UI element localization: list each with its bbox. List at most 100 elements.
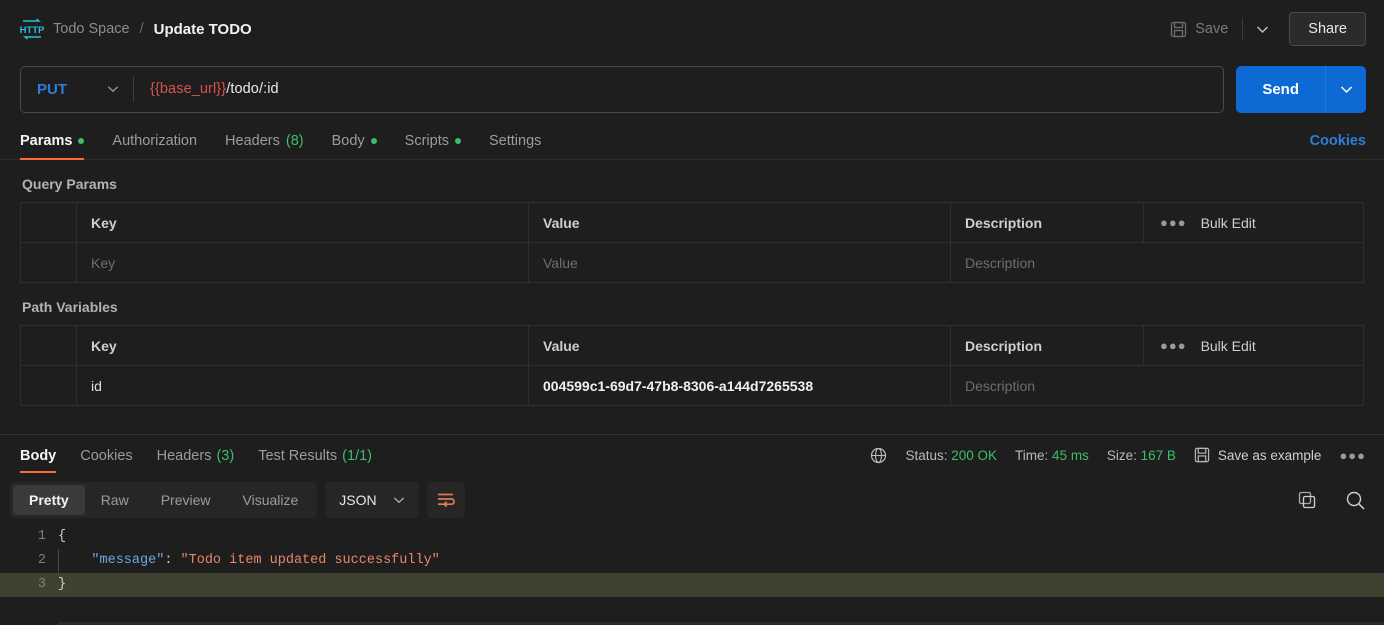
json-colon: : <box>164 553 181 568</box>
json-key: "message" <box>91 553 165 568</box>
header-actions: Save Share <box>1160 12 1366 46</box>
query-param-key-input[interactable]: Key <box>77 255 528 271</box>
code-indent-guide <box>58 549 91 573</box>
query-params-bulk-edit-cell[interactable]: ●●● Bulk Edit <box>1143 202 1364 243</box>
tab-settings[interactable]: Settings <box>489 133 541 159</box>
response-tab-cookies[interactable]: Cookies <box>68 438 144 473</box>
language-selector[interactable]: JSON <box>325 482 419 518</box>
tab-scripts[interactable]: Scripts <box>405 133 461 159</box>
copy-icon[interactable] <box>1297 490 1317 510</box>
wrap-text-button[interactable] <box>426 482 465 518</box>
time-label: Time: 45 ms <box>1015 448 1089 463</box>
save-options-caret[interactable] <box>1247 14 1277 44</box>
save-as-example-button[interactable]: Save as example <box>1194 447 1322 463</box>
response-tab-headers-label: Headers <box>156 447 212 464</box>
tab-params[interactable]: Params <box>20 133 85 160</box>
ellipsis-icon[interactable]: ●●● <box>1339 448 1366 463</box>
query-params-table: Key Value Description ●●● Bulk Edit Key … <box>20 202 1364 283</box>
view-pretty[interactable]: Pretty <box>13 485 85 515</box>
bulk-edit-label: Bulk Edit <box>1200 337 1256 354</box>
response-tab-body[interactable]: Body <box>8 438 68 473</box>
column-header-description: Description <box>965 214 1043 231</box>
svg-text:HTTP: HTTP <box>20 25 44 36</box>
method-label: PUT <box>37 80 67 98</box>
size-label-text: Size: <box>1106 447 1137 463</box>
modified-dot-icon <box>454 138 461 144</box>
path-variable-key[interactable]: id <box>77 378 528 394</box>
response-tab-headers[interactable]: Headers (3) <box>145 438 247 473</box>
floppy-disk-icon <box>1194 447 1210 463</box>
url-bar: PUT {{base_url}}/todo/:id <box>20 65 1225 113</box>
select-all-cell[interactable] <box>20 202 77 243</box>
time-label-text: Time: <box>1015 447 1049 463</box>
tab-body[interactable]: Body <box>332 133 377 159</box>
app-header: HTTP Todo Space / Update TODO Save Share <box>0 0 1384 58</box>
status-label: Status: 200 OK <box>905 448 997 463</box>
path-variable-value-input[interactable]: 004599c1-69d7-47b8-8306-a144d7265538 <box>529 378 950 394</box>
url-input[interactable]: {{base_url}}/todo/:id <box>134 81 279 97</box>
path-variable-description-input[interactable]: Description <box>951 378 1363 394</box>
postman-request-window: HTTP Todo Space / Update TODO Save Share… <box>0 0 1384 625</box>
response-tab-test-results-label: Test Results <box>258 447 338 464</box>
modified-dot-icon <box>370 138 377 144</box>
select-all-cell[interactable] <box>20 325 77 366</box>
table-header-row: Key Value Description ●●● Bulk Edit <box>20 202 1364 243</box>
time-value: 45 ms <box>1052 447 1089 463</box>
row-checkbox-cell[interactable] <box>20 242 77 283</box>
code-line: 2 "message": "Todo item updated successf… <box>0 549 1384 573</box>
path-variables-bulk-edit-cell[interactable]: ●●● Bulk Edit <box>1143 325 1364 366</box>
view-mode-group: Pretty Raw Preview Visualize <box>10 482 318 518</box>
ellipsis-icon[interactable]: ●●● <box>1160 338 1187 353</box>
response-tab-test-results[interactable]: Test Results (1/1) <box>246 438 384 473</box>
column-header-value: Value <box>543 214 580 231</box>
response-body-viewer[interactable]: 1 { 2 "message": "Todo item updated succ… <box>0 525 1384 625</box>
response-tab-cookies-label: Cookies <box>80 447 133 464</box>
code-line-text: { <box>58 529 67 544</box>
query-params-title: Query Params <box>22 176 117 192</box>
response-tab-headers-count: (3) <box>216 447 235 464</box>
save-button-label: Save <box>1195 21 1229 37</box>
tab-scripts-label: Scripts <box>404 133 449 149</box>
floppy-disk-icon <box>1170 21 1187 38</box>
path-variables-title: Path Variables <box>22 299 118 315</box>
table-row[interactable]: id 004599c1-69d7-47b8-8306-a144d7265538 … <box>20 365 1364 406</box>
code-line: 1 { <box>0 525 1384 549</box>
method-selector[interactable]: PUT <box>21 67 133 112</box>
page-title: Update TODO <box>153 20 252 38</box>
chevron-down-icon <box>1256 26 1268 33</box>
tab-body-label: Body <box>331 133 365 149</box>
ellipsis-icon[interactable]: ●●● <box>1160 215 1187 230</box>
send-button-group: Send <box>1236 65 1366 113</box>
search-icon[interactable] <box>1345 490 1366 511</box>
line-number: 1 <box>37 529 46 544</box>
size-label: Size: 167 B <box>1107 448 1176 463</box>
table-header-row: Key Value Description ●●● Bulk Edit <box>20 325 1364 366</box>
chevron-down-icon <box>107 85 119 93</box>
line-number: 3 <box>37 577 46 592</box>
view-raw[interactable]: Raw <box>85 485 145 515</box>
breadcrumb-space[interactable]: Todo Space <box>53 21 130 37</box>
response-status-bar: Status: 200 OK Time: 45 ms Size: 167 B S… <box>870 447 1366 464</box>
save-button[interactable]: Save <box>1160 15 1238 44</box>
tab-authorization[interactable]: Authorization <box>112 133 197 159</box>
chevron-down-icon <box>1340 85 1352 93</box>
view-preview[interactable]: Preview <box>145 485 227 515</box>
view-visualize[interactable]: Visualize <box>227 485 315 515</box>
size-value: 167 B <box>1140 447 1176 463</box>
share-button[interactable]: Share <box>1289 12 1366 46</box>
response-tab-body-label: Body <box>20 447 57 464</box>
cookies-link[interactable]: Cookies <box>1310 133 1366 159</box>
save-as-example-label: Save as example <box>1217 447 1322 463</box>
send-button[interactable]: Send <box>1236 65 1325 113</box>
tab-authorization-label: Authorization <box>112 133 198 149</box>
code-line-text: } <box>58 577 67 592</box>
tab-headers[interactable]: Headers (8) <box>225 133 304 159</box>
tab-headers-label: Headers <box>225 133 280 149</box>
tab-params-label: Params <box>20 133 73 149</box>
query-param-value-input[interactable]: Value <box>529 255 950 271</box>
row-checkbox-cell[interactable] <box>20 365 77 406</box>
url-bar-row: PUT {{base_url}}/todo/:id Send <box>0 58 1384 120</box>
query-param-description-input[interactable]: Description <box>951 255 1363 271</box>
table-row[interactable]: Key Value Description <box>20 242 1364 283</box>
send-options-caret[interactable] <box>1326 65 1366 113</box>
